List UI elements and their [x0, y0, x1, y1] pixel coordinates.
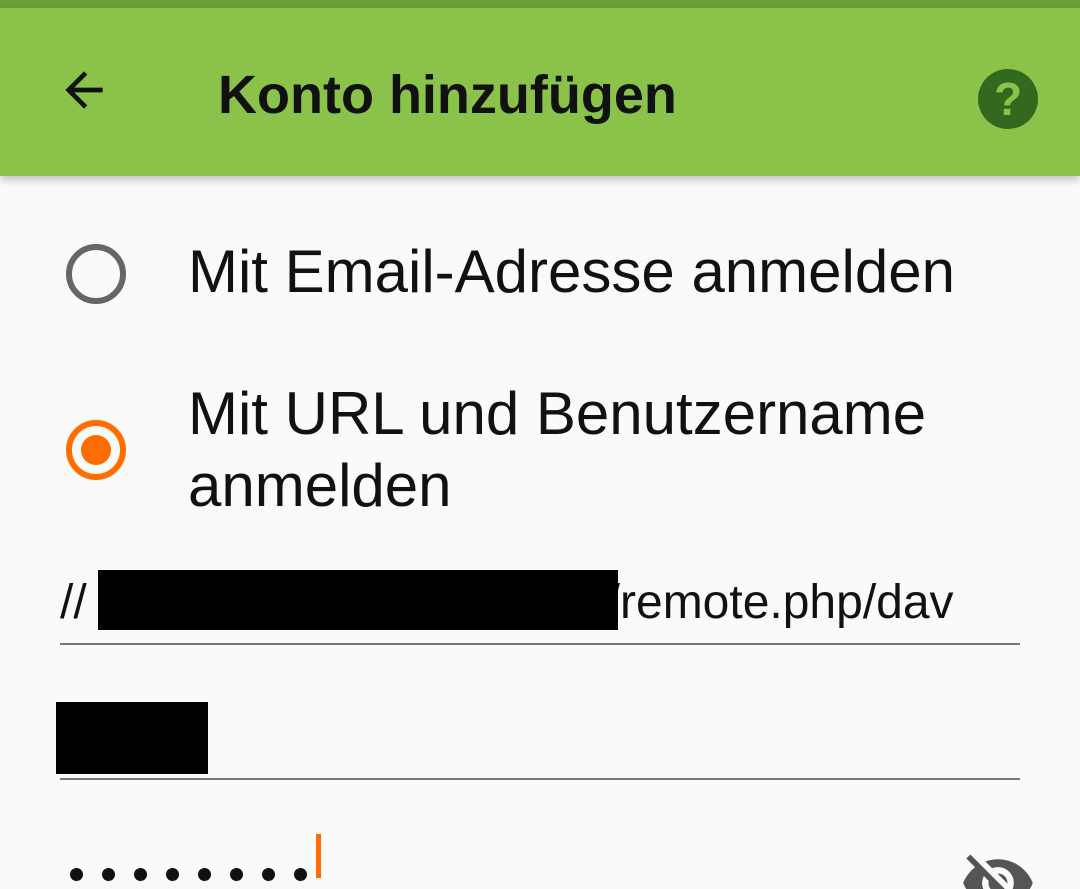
base-url-prefix: // — [60, 576, 87, 629]
text-cursor — [316, 834, 321, 878]
status-bar-edge — [0, 0, 1080, 8]
radio-url[interactable] — [66, 420, 126, 480]
password-mask-dot — [166, 868, 179, 881]
back-button[interactable] — [44, 50, 124, 130]
password-mask-dot — [134, 868, 147, 881]
help-button[interactable]: ? — [972, 63, 1044, 135]
radio-selected-dot — [81, 435, 111, 465]
password-mask-dot — [262, 868, 275, 881]
radio-email[interactable] — [66, 244, 126, 304]
password-field[interactable] — [60, 832, 1020, 889]
help-icon: ? — [978, 69, 1038, 129]
help-icon-glyph: ? — [993, 73, 1023, 125]
login-option-email-label: Mit Email-Adresse anmelden — [188, 238, 955, 305]
page-title: Konto hinzufügen — [218, 65, 677, 125]
app-toolbar: Konto hinzufügen ? — [0, 8, 1080, 176]
password-mask-dot — [198, 868, 211, 881]
visibility-off-icon — [963, 854, 1033, 889]
password-mask-dot — [294, 868, 307, 881]
redaction-box — [98, 570, 618, 630]
username-underline — [60, 778, 1020, 780]
password-mask-dot — [70, 868, 83, 881]
login-option-email[interactable]: Mit Email-Adresse anmelden — [0, 232, 1080, 322]
login-option-url[interactable]: Mit URL und Benutzername anmelden — [0, 378, 1080, 528]
password-visibility-toggle[interactable] — [960, 845, 1036, 889]
base-url-suffix: /remote.php/dav — [606, 576, 954, 629]
redaction-box — [56, 702, 208, 774]
base-url-underline — [60, 643, 1020, 645]
password-mask-dot — [102, 868, 115, 881]
username-field[interactable] — [56, 702, 1020, 780]
add-account-screen: Konto hinzufügen ? Mit Email-Adresse anm… — [0, 0, 1080, 889]
arrow-back-icon — [65, 71, 103, 109]
password-mask-dot — [230, 868, 243, 881]
base-url-field[interactable]: // /remote.php/dav — [60, 570, 1020, 645]
login-option-url-label: Mit URL und Benutzername anmelden — [188, 380, 927, 519]
